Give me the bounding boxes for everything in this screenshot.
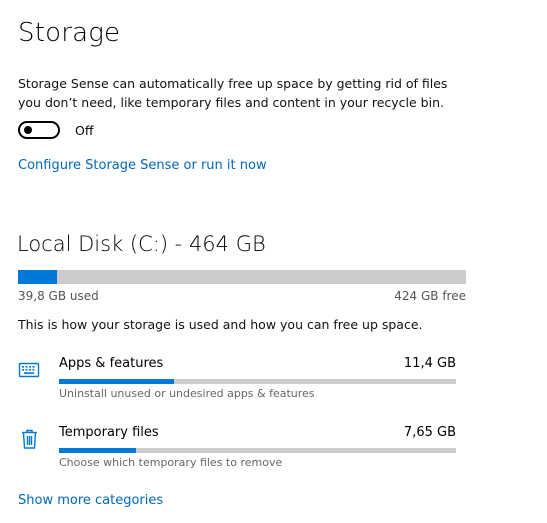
category-usage-fill xyxy=(59,448,137,453)
show-more-categories-link[interactable]: Show more categories xyxy=(18,493,163,508)
trash-icon xyxy=(18,427,42,451)
keyboard-icon xyxy=(18,358,42,382)
toggle-state-label: Off xyxy=(75,123,94,138)
disk-usage-fill xyxy=(18,270,57,284)
category-size: 7,65 GB xyxy=(403,425,456,440)
category-temporary-files[interactable]: Temporary files 7,65 GB Choose which tem… xyxy=(18,425,458,481)
category-name: Temporary files xyxy=(59,425,159,440)
disk-free-label: 424 GB free xyxy=(394,289,466,303)
storage-info-text: This is how your storage is used and how… xyxy=(18,317,423,332)
storage-sense-toggle[interactable] xyxy=(18,121,60,139)
category-size: 11,4 GB xyxy=(403,356,456,371)
category-description: Choose which temporary files to remove xyxy=(59,456,283,469)
storage-settings-page: Storage Storage Sense can automatically … xyxy=(0,0,547,523)
disk-title: Local Disk (C:) - 464 GB xyxy=(17,232,266,256)
configure-storage-sense-link[interactable]: Configure Storage Sense or run it now xyxy=(18,158,267,173)
disk-usage-bar xyxy=(18,270,466,284)
toggle-knob xyxy=(24,126,32,134)
category-name: Apps & features xyxy=(59,356,164,371)
category-description: Uninstall unused or undesired apps & fea… xyxy=(59,387,315,400)
category-apps-features[interactable]: Apps & features 11,4 GB Uninstall unused… xyxy=(18,356,458,412)
storage-sense-description: Storage Sense can automatically free up … xyxy=(18,76,448,110)
page-title: Storage xyxy=(18,18,121,48)
category-usage-fill xyxy=(59,379,175,384)
category-usage-bar xyxy=(59,448,456,453)
category-usage-bar xyxy=(59,379,456,384)
disk-used-label: 39,8 GB used xyxy=(18,289,99,303)
